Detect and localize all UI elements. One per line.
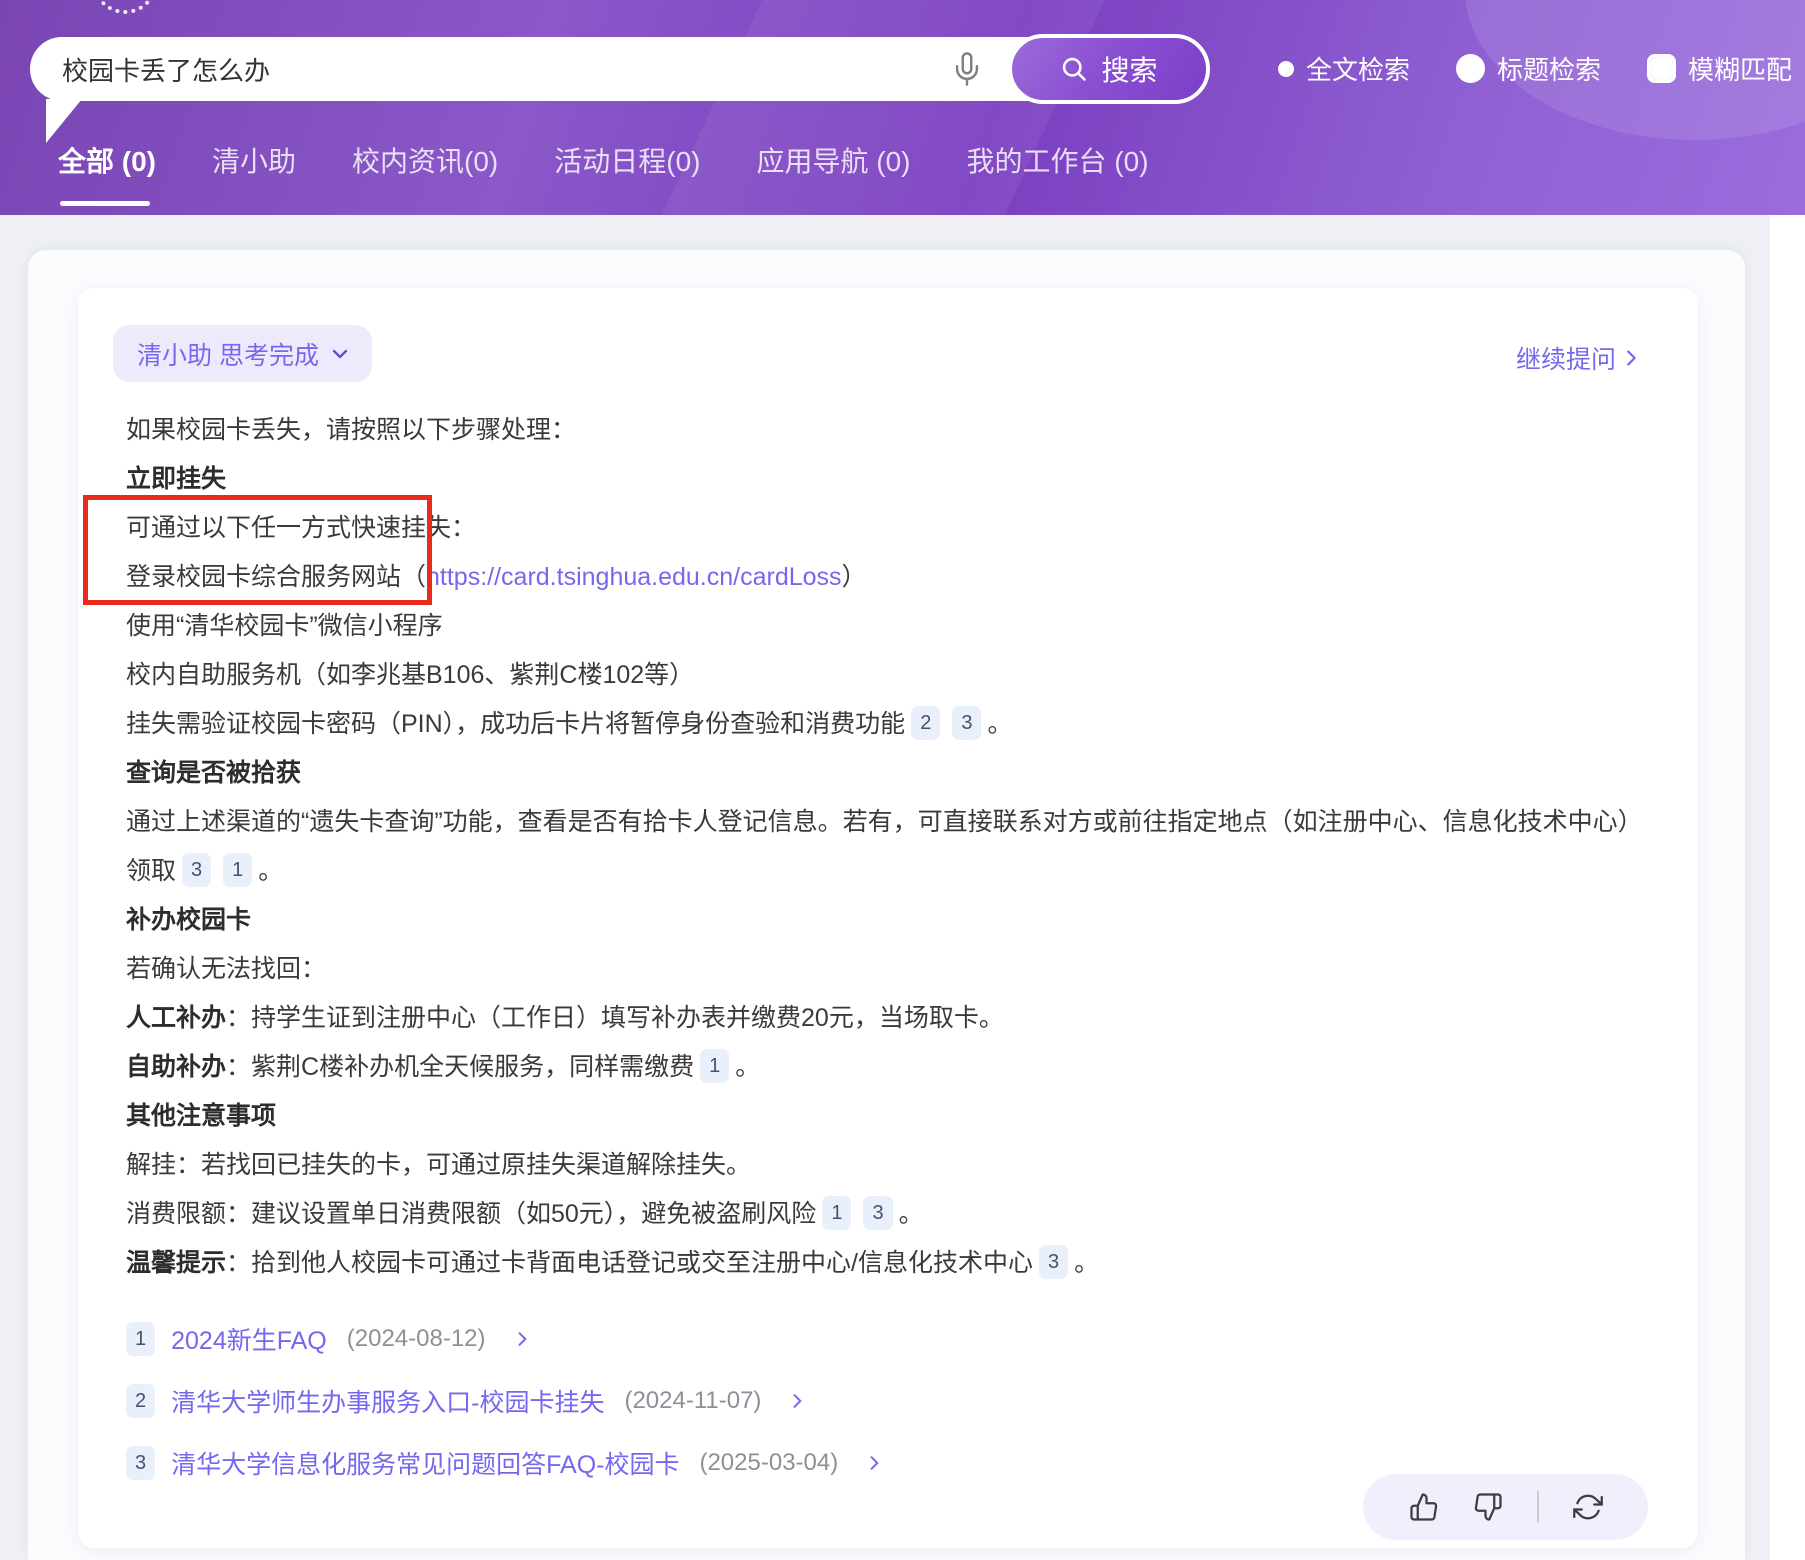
tab-app-nav[interactable]: 应用导航 (0) (757, 140, 911, 208)
reference-number-badge: 2 (126, 1384, 155, 1418)
checkbox-icon[interactable] (1647, 54, 1676, 83)
chevron-right-icon (787, 1391, 807, 1411)
search-mode-options: 全文检索 标题检索 模糊匹配 (1278, 50, 1792, 87)
tab-all[interactable]: 全部 (0) (58, 140, 156, 208)
answer-paragraph: 使用“清华校园卡”微信小程序 (126, 602, 1650, 651)
search-button[interactable]: 搜索 (1008, 34, 1210, 104)
tab-qingxiaozhu[interactable]: 清小助 (212, 140, 296, 208)
answer-paragraph: 消费限额：建议设置单日消费限额（如50元），避免被盗刷风险13。 (126, 1190, 1650, 1239)
thumbs-down-button[interactable] (1473, 1492, 1503, 1522)
search-bar-tail (46, 99, 82, 143)
answer-card: 清小助 思考完成 继续提问 如果校园卡丢失，请按照以下步骤处理： 立即挂失可通过以… (78, 288, 1698, 1548)
citation-badge[interactable]: 3 (952, 706, 981, 740)
reference-link[interactable]: 清华大学信息化服务常见问题回答FAQ-校园卡 (171, 1445, 679, 1481)
answer-bold-text: 补办校园卡 (126, 906, 251, 934)
reference-item[interactable]: 1 2024新生FAQ (2024-08-12) (126, 1308, 1650, 1370)
answer-paragraph: 自助补办：紫荆C楼补办机全天候服务，同样需缴费1。 (126, 1043, 1650, 1092)
citation-badge[interactable]: 1 (822, 1196, 851, 1230)
answer-bold-text: 自助补办 (126, 1053, 226, 1081)
tab-events[interactable]: 活动日程(0) (554, 140, 700, 208)
refresh-icon (1573, 1492, 1603, 1522)
search-icon (1060, 55, 1088, 83)
search-header: 搜索 全文检索 标题检索 模糊匹配 全部 (0) 清小助校内资讯(0) 活动日程(0) 应… (0, 0, 1805, 215)
search-input[interactable] (60, 53, 950, 86)
regenerate-button[interactable] (1573, 1492, 1603, 1522)
answer-paragraph: 温馨提示：拾到他人校园卡可通过卡背面电话登记或交至注册中心/信息化技术中心3。 (126, 1239, 1650, 1288)
citation-badge[interactable]: 3 (182, 853, 211, 887)
reference-item[interactable]: 2 清华大学师生办事服务入口-校园卡挂失 (2024-11-07) (126, 1370, 1650, 1432)
citation-badge[interactable]: 3 (863, 1196, 892, 1230)
chevron-right-icon (864, 1453, 884, 1473)
thumbs-up-button[interactable] (1409, 1492, 1439, 1522)
answer-bold-text: 温馨提示 (126, 1249, 226, 1277)
answer-paragraph: 挂失需验证校园卡密码（PIN），成功后卡片将暂停身份查验和消费功能23。 (126, 700, 1650, 749)
search-mode-label: 标题检索 (1497, 50, 1601, 87)
reference-list: 1 2024新生FAQ (2024-08-12) 2 清华大学师生办事服务入口-校园卡挂… (126, 1308, 1650, 1494)
reference-number-badge: 1 (126, 1322, 155, 1356)
reference-date: (2025-03-04) (699, 1449, 838, 1477)
answer-bold-text: 其他注意事项 (126, 1102, 276, 1130)
search-bar: 搜索 (30, 37, 1208, 101)
assistant-status-label: 清小助 思考完成 (137, 336, 319, 372)
answer-bold-text: 人工补办 (126, 1004, 226, 1032)
feedback-divider (1537, 1491, 1539, 1523)
result-tabs: 全部 (0) 清小助校内资讯(0) 活动日程(0) 应用导航 (0) 我的工作台 (0) (58, 140, 1149, 208)
reference-date: (2024-08-12) (347, 1325, 486, 1353)
chevron-right-icon (512, 1329, 532, 1349)
microphone-icon[interactable] (950, 52, 984, 86)
continue-ask-label: 继续提问 (1516, 340, 1616, 376)
answer-paragraph: 人工补办：持学生证到注册中心（工作日）填写补办表并缴费20元，当场取卡。 (126, 994, 1650, 1043)
reference-number-badge: 3 (126, 1446, 155, 1480)
answer-paragraph: 立即挂失 (126, 455, 1650, 504)
reference-link[interactable]: 2024新生FAQ (171, 1321, 327, 1357)
answer-paragraph: 如果校园卡丢失，请按照以下步骤处理： (126, 406, 1650, 455)
scrollbar-gutter[interactable] (1770, 215, 1805, 1560)
chevron-down-icon (328, 342, 352, 366)
radio-icon[interactable] (1278, 61, 1294, 77)
answer-paragraph: 补办校园卡 (126, 896, 1650, 945)
search-mode-fuzzy[interactable]: 模糊匹配 (1647, 50, 1792, 87)
feedback-toolbar (1363, 1474, 1648, 1540)
answer-body: 如果校园卡丢失，请按照以下步骤处理： 立即挂失可通过以下任一方式快速挂失：登录校园… (126, 406, 1650, 1288)
search-mode-title[interactable]: 标题检索 (1456, 50, 1601, 87)
answer-paragraph: 校内自助服务机（如李兆基B106、紫荆C楼102等） (126, 651, 1650, 700)
search-button-label: 搜索 (1101, 49, 1157, 89)
tab-workbench[interactable]: 我的工作台 (0) (967, 140, 1149, 208)
continue-ask-link[interactable]: 继续提问 (1516, 340, 1642, 376)
tab-campus-news[interactable]: 校内资讯(0) (352, 140, 498, 208)
citation-badge[interactable]: 2 (911, 706, 940, 740)
radio-icon[interactable] (1456, 54, 1485, 83)
answer-paragraph: 查询是否被拾获 (126, 749, 1650, 798)
chevron-right-icon (1620, 347, 1642, 369)
inline-link[interactable]: https://card.tsinghua.edu.cn/cardLoss (426, 563, 842, 591)
answer-paragraph: 通过上述渠道的“遗失卡查询”功能，查看是否有拾卡人登记信息。若有，可直接联系对方… (126, 798, 1650, 896)
citation-badge[interactable]: 3 (1039, 1245, 1068, 1279)
answer-paragraph: 可通过以下任一方式快速挂失： (126, 504, 1650, 553)
results-panel: 清小助 思考完成 继续提问 如果校园卡丢失，请按照以下步骤处理： 立即挂失可通过以… (28, 250, 1745, 1560)
search-mode-fulltext[interactable]: 全文检索 (1278, 50, 1410, 87)
answer-bold-text: 查询是否被拾获 (126, 759, 301, 787)
citation-badge[interactable]: 1 (223, 853, 252, 887)
thumbs-up-icon (1409, 1492, 1439, 1522)
answer-paragraph: 若确认无法找回： (126, 945, 1650, 994)
reference-date: (2024-11-07) (624, 1387, 761, 1415)
reference-link[interactable]: 清华大学师生办事服务入口-校园卡挂失 (171, 1383, 604, 1419)
page-root: 搜索 全文检索 标题检索 模糊匹配 全部 (0) 清小助校内资讯(0) 活动日程(0) 应… (0, 0, 1805, 1560)
answer-paragraph: 解挂：若找回已挂失的卡，可通过原挂失渠道解除挂失。 (126, 1141, 1650, 1190)
answer-paragraph: 登录校园卡综合服务网站（https://card.tsinghua.edu.cn… (126, 553, 1650, 602)
answer-paragraph: 其他注意事项 (126, 1092, 1650, 1141)
answer-bold-text: 立即挂失 (126, 465, 226, 493)
search-mode-label: 模糊匹配 (1688, 50, 1792, 87)
assistant-status-pill[interactable]: 清小助 思考完成 (113, 325, 372, 382)
results-area: 清小助 思考完成 继续提问 如果校园卡丢失，请按照以下步骤处理： 立即挂失可通过以… (0, 215, 1805, 1560)
thumbs-down-icon (1473, 1492, 1503, 1522)
citation-badge[interactable]: 1 (700, 1049, 729, 1083)
search-mode-label: 全文检索 (1306, 50, 1410, 87)
university-logo (92, 0, 158, 14)
